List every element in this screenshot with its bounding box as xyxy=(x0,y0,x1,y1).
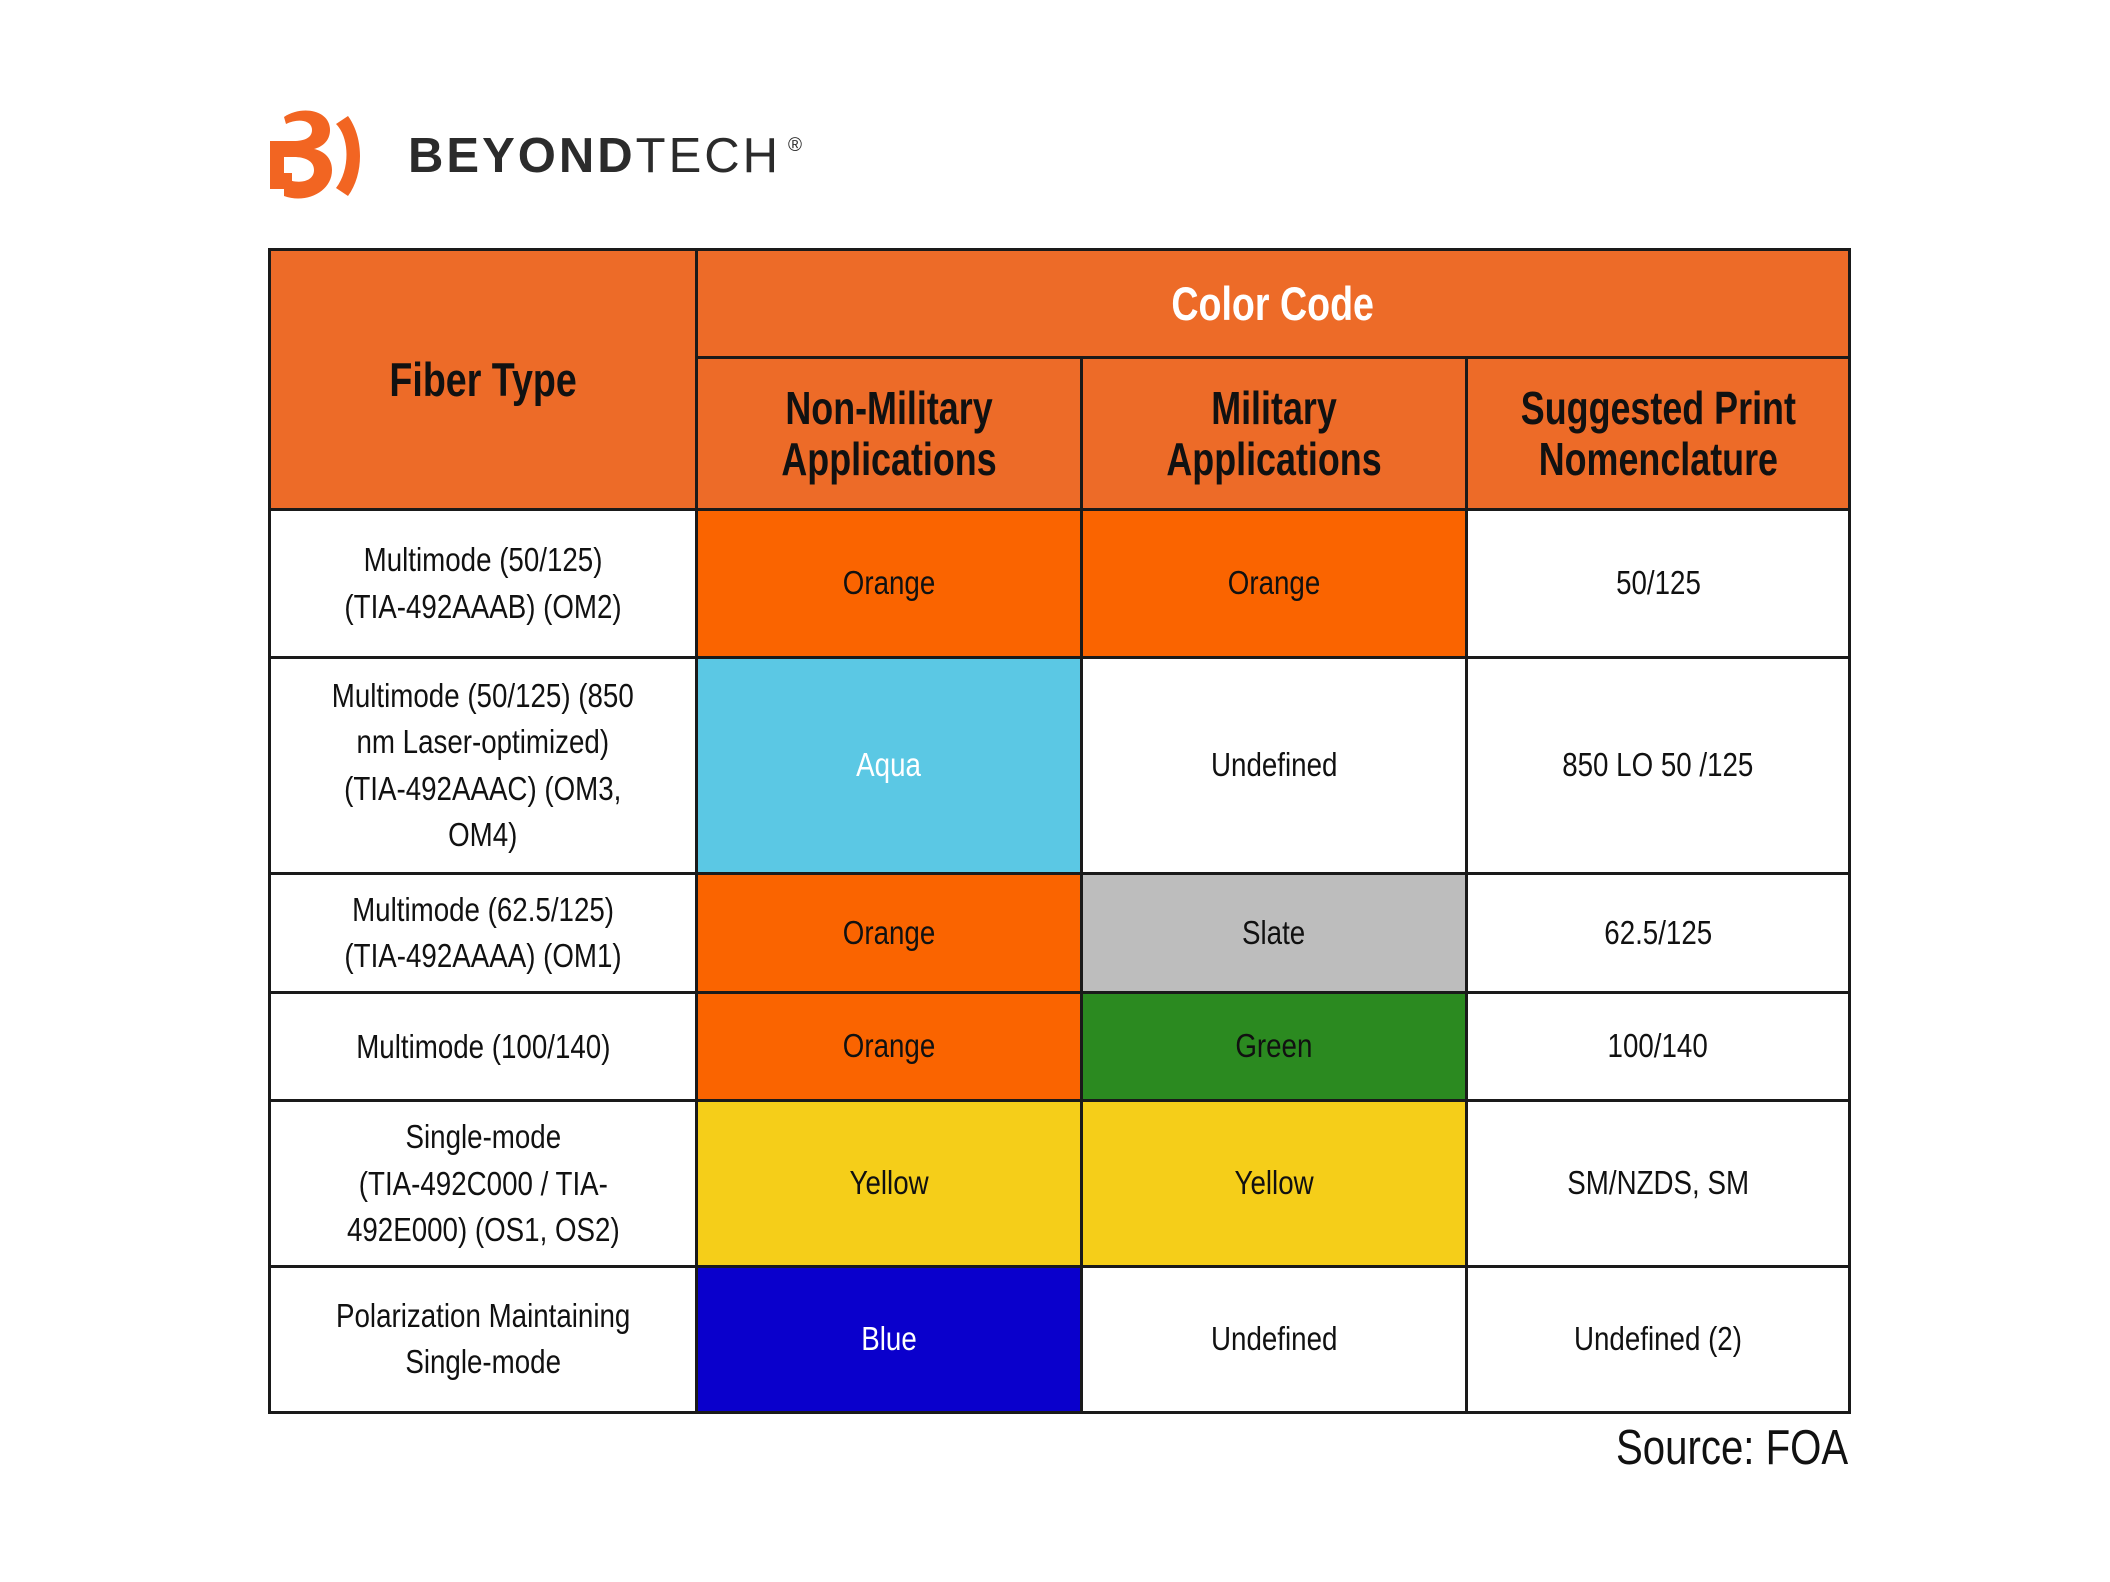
table-header-row-1: Fiber Type Color Code xyxy=(268,248,1852,511)
cell-fiber-type-label: Multimode (50/125) (850 nm Laser-optimiz… xyxy=(331,677,635,853)
cell-nomenclature-label: 62.5/125 xyxy=(1604,913,1712,951)
header-non-military-label: Non-Military Applications xyxy=(781,381,997,485)
cell-fiber-type-label: Multimode (62.5/125) (TIA-492AAAA) (OM1) xyxy=(344,891,622,975)
table-row: Multimode (100/140) Orange Green 100/140 xyxy=(268,991,1852,1103)
cell-non-military: Orange xyxy=(695,871,1083,995)
logo-wordmark-bold: BEYOND xyxy=(408,128,636,183)
table-body: Multimode (50/125) (TIA-492AAAB) (OM2) O… xyxy=(268,508,1852,1414)
table-row: Polarization Maintaining Single-mode Blu… xyxy=(268,1264,1852,1414)
cell-nomenclature: 62.5/125 xyxy=(1464,871,1852,995)
cell-non-military-label: Yellow xyxy=(849,1164,929,1202)
cell-fiber-type: Single-mode (TIA-492C000 / TIA- 492E000)… xyxy=(268,1099,698,1268)
cell-non-military-label: Aqua xyxy=(856,746,922,784)
table-row: Multimode (50/125) (TIA-492AAAB) (OM2) O… xyxy=(268,508,1852,659)
header-nomenclature-label: Suggested Print Nomenclature xyxy=(1520,381,1796,485)
cell-fiber-type-label: Polarization Maintaining Single-mode xyxy=(335,1297,631,1381)
source-attribution: Source: FOA xyxy=(1615,1421,1848,1475)
cell-non-military: Orange xyxy=(695,991,1083,1103)
cell-nomenclature: Undefined (2) xyxy=(1464,1264,1852,1414)
logo-wordmark-light: TECH xyxy=(635,128,782,183)
cell-fiber-type-label: Multimode (50/125) (TIA-492AAAB) (OM2) xyxy=(344,541,622,625)
cell-non-military-label: Blue xyxy=(861,1319,917,1357)
cell-military: Yellow xyxy=(1080,1099,1468,1268)
cell-military: Orange xyxy=(1080,508,1468,659)
cell-non-military-label: Orange xyxy=(842,564,936,602)
fiber-color-code-table-wrapper: Fiber Type Color Code Non-Military Appli… xyxy=(268,248,1852,1414)
header-military: Military Applications xyxy=(1080,356,1468,511)
cell-fiber-type-label: Single-mode (TIA-492C000 / TIA- 492E000)… xyxy=(346,1118,620,1248)
cell-military-label: Green xyxy=(1235,1027,1313,1065)
cell-fiber-type: Multimode (50/125) (850 nm Laser-optimiz… xyxy=(268,656,698,875)
header-fiber-type: Fiber Type xyxy=(268,248,698,511)
cell-nomenclature: 100/140 xyxy=(1464,991,1852,1103)
cell-nomenclature-label: 50/125 xyxy=(1615,564,1701,602)
cell-nomenclature: 50/125 xyxy=(1464,508,1852,659)
cell-nomenclature: SM/NZDS, SM xyxy=(1464,1099,1852,1268)
cell-non-military: Yellow xyxy=(695,1099,1083,1268)
cell-non-military-label: Orange xyxy=(842,913,936,951)
brand-logo: BEYOND TECH ® xyxy=(268,108,806,204)
cell-military-label: Undefined xyxy=(1210,1319,1338,1357)
cell-nomenclature-label: 100/140 xyxy=(1607,1027,1709,1065)
table-row: Multimode (50/125) (850 nm Laser-optimiz… xyxy=(268,656,1852,875)
cell-military-label: Orange xyxy=(1227,564,1321,602)
header-color-code: Color Code xyxy=(694,248,1852,359)
cell-nomenclature-label: SM/NZDS, SM xyxy=(1567,1164,1749,1202)
cell-military: Undefined xyxy=(1080,1264,1468,1414)
header-nomenclature: Suggested Print Nomenclature xyxy=(1464,356,1852,511)
registered-trademark-icon: ® xyxy=(788,134,806,156)
cell-military: Slate xyxy=(1080,871,1468,995)
cell-nomenclature-label: 850 LO 50 /125 xyxy=(1562,746,1754,784)
cell-military-label: Slate xyxy=(1242,913,1306,951)
fiber-color-code-infographic: BEYOND TECH ® Fiber Type Color Code Non-… xyxy=(0,0,2110,1582)
cell-military: Undefined xyxy=(1080,656,1468,875)
cell-non-military: Orange xyxy=(695,508,1083,659)
fiber-color-code-table: Fiber Type Color Code Non-Military Appli… xyxy=(268,248,1852,1414)
cell-military-label: Undefined xyxy=(1210,746,1338,784)
table-row: Multimode (62.5/125) (TIA-492AAAA) (OM1)… xyxy=(268,871,1852,995)
cell-fiber-type: Polarization Maintaining Single-mode xyxy=(268,1264,698,1414)
cell-non-military: Aqua xyxy=(695,656,1083,875)
cell-fiber-type: Multimode (62.5/125) (TIA-492AAAA) (OM1) xyxy=(268,871,698,995)
cell-nomenclature-label: Undefined (2) xyxy=(1574,1319,1742,1357)
beyondtech-b-mark-icon xyxy=(270,110,360,199)
header-military-label: Military Applications xyxy=(1166,381,1382,485)
cell-nomenclature: 850 LO 50 /125 xyxy=(1464,656,1852,875)
cell-fiber-type: Multimode (50/125) (TIA-492AAAB) (OM2) xyxy=(268,508,698,659)
cell-fiber-type: Multimode (100/140) xyxy=(268,991,698,1103)
cell-non-military-label: Orange xyxy=(842,1027,936,1065)
table-head: Fiber Type Color Code Non-Military Appli… xyxy=(268,248,1852,511)
cell-fiber-type-label: Multimode (100/140) xyxy=(355,1027,611,1065)
cell-non-military: Blue xyxy=(695,1264,1083,1414)
cell-military-label: Yellow xyxy=(1234,1164,1314,1202)
header-color-code-label: Color Code xyxy=(1171,277,1375,330)
table-row: Single-mode (TIA-492C000 / TIA- 492E000)… xyxy=(268,1099,1852,1268)
cell-military: Green xyxy=(1080,991,1468,1103)
header-non-military: Non-Military Applications xyxy=(695,356,1083,511)
header-fiber-type-label: Fiber Type xyxy=(389,353,577,406)
